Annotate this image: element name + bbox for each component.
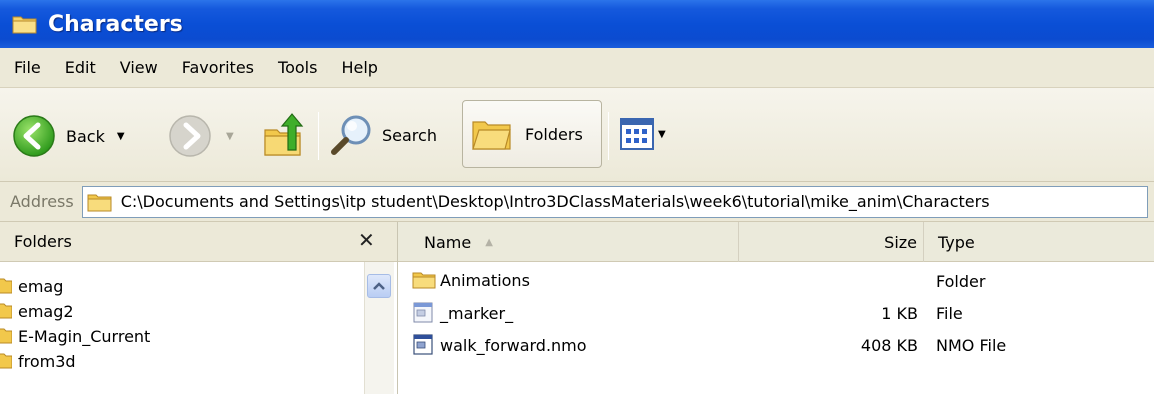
column-header-size[interactable]: Size (738, 222, 924, 262)
file-name: _marker_ (440, 303, 514, 323)
tree-item[interactable]: emag (0, 274, 397, 298)
toolbar-separator (318, 112, 319, 160)
file-type: Folder (936, 272, 986, 291)
folder-icon (0, 303, 12, 319)
folders-pane: Folders ✕ emag emag2 E-Magin_Current fro… (0, 222, 398, 394)
search-icon (331, 115, 371, 155)
up-folder-icon (264, 113, 304, 156)
title-bar[interactable]: Characters (0, 0, 1154, 48)
sort-up-icon: ▲ (485, 236, 493, 248)
folders-button[interactable]: Folders (462, 100, 602, 168)
address-bar: Address C:\Documents and Settings\itp st… (0, 182, 1154, 222)
chevron-down-icon[interactable]: ▼ (658, 129, 666, 140)
toolbar-separator (608, 112, 609, 160)
folder-tree: emag emag2 E-Magin_Current from3d (0, 262, 397, 373)
file-size: 1 KB (881, 304, 918, 323)
file-name: walk_forward.nmo (440, 335, 587, 355)
file-row[interactable]: walk_forward.nmo 408 KB NMO File (398, 330, 1154, 362)
address-input[interactable]: C:\Documents and Settings\itp student\De… (81, 185, 1148, 218)
tree-item[interactable]: from3d (0, 349, 397, 373)
tree-item[interactable]: emag2 (0, 299, 397, 323)
tree-item[interactable]: E-Magin_Current (0, 324, 397, 348)
address-label: Address (10, 192, 74, 211)
scroll-up-button[interactable] (367, 274, 391, 298)
forward-arrow-icon (169, 115, 211, 157)
close-icon[interactable]: ✕ (358, 228, 375, 252)
menu-file[interactable]: File (14, 58, 41, 77)
views-grid-icon (620, 118, 654, 150)
folder-icon (12, 16, 37, 34)
list-header: Name ▲ Size Type (398, 222, 1154, 262)
window-title: Characters (48, 11, 183, 37)
up-folder-button[interactable] (262, 110, 308, 160)
back-arrow-icon (13, 115, 55, 157)
file-type: NMO File (936, 336, 1007, 355)
folder-icon (87, 194, 112, 211)
folder-icon (0, 353, 12, 369)
file-type: File (936, 304, 963, 323)
menu-edit[interactable]: Edit (65, 58, 96, 77)
menu-favorites[interactable]: Favorites (182, 58, 254, 77)
folders-icon (472, 121, 511, 150)
chevron-down-icon[interactable]: ▼ (117, 131, 125, 142)
address-path: C:\Documents and Settings\itp student\De… (120, 192, 990, 211)
file-list-pane: Name ▲ Size Type Animations Folder _mark… (398, 222, 1154, 394)
views-button[interactable]: ▼ (620, 112, 666, 156)
file-size: 408 KB (860, 336, 918, 355)
chevron-up-icon (373, 282, 385, 290)
column-header-name[interactable]: Name ▲ (424, 222, 740, 262)
forward-button[interactable]: ▼ (168, 114, 234, 158)
folders-pane-header: Folders ✕ (0, 222, 397, 262)
file-name: Animations (440, 270, 530, 290)
back-button[interactable]: Back ▼ (12, 114, 125, 158)
chevron-down-icon[interactable]: ▼ (226, 131, 234, 142)
menu-tools[interactable]: Tools (278, 58, 317, 77)
menu-help[interactable]: Help (341, 58, 377, 77)
menu-view[interactable]: View (120, 58, 158, 77)
menu-bar: File Edit View Favorites Tools Help (0, 48, 1154, 88)
file-row[interactable]: _marker_ 1 KB File (398, 298, 1154, 330)
toolbar: Back ▼ ▼ Search Folders ▼ (0, 88, 1154, 182)
search-button[interactable]: Search (330, 112, 437, 158)
folder-icon (0, 328, 12, 344)
folders-label: Folders (525, 124, 583, 144)
folder-icon (0, 278, 12, 294)
column-header-type[interactable]: Type (938, 222, 1154, 262)
file-rows: Animations Folder _marker_ 1 KB File wal… (398, 262, 1154, 362)
back-label: Back (66, 126, 105, 146)
folder-icon (412, 272, 436, 289)
vertical-scrollbar[interactable] (364, 262, 394, 394)
folders-pane-title: Folders (14, 232, 72, 251)
file-row[interactable]: Animations Folder (398, 266, 1154, 298)
file-icon (413, 302, 433, 323)
nmo-file-icon (413, 334, 433, 355)
search-label: Search (382, 125, 437, 145)
